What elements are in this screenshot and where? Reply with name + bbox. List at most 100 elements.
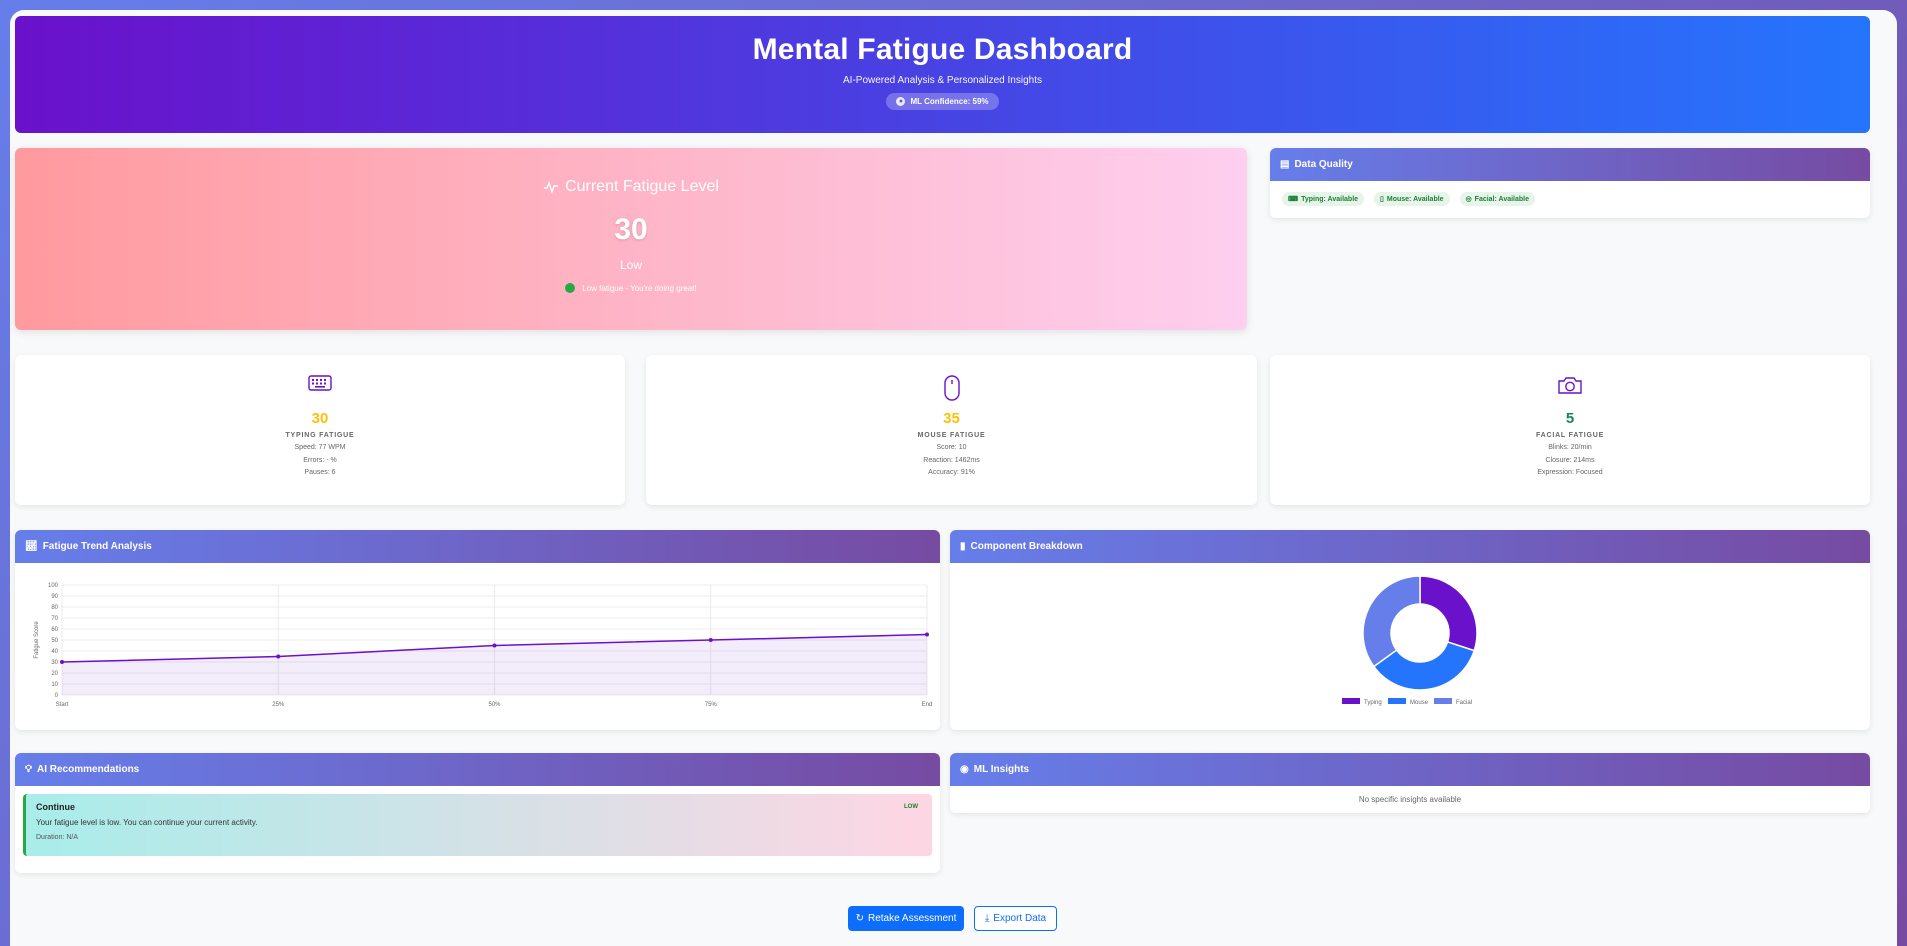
mouse-icon: ▯ [1380,196,1384,203]
legend-label: Facial [1456,700,1472,706]
facial-metric-card: 5 FACIAL FATIGUE Blinks: 20/min Closure:… [1270,355,1870,505]
robot-icon: ● [896,97,906,106]
export-data-button[interactable]: ⤓ Export Data [974,906,1057,931]
download-icon: ⤓ [984,913,990,924]
recommendation-priority-badge: LOW [904,804,918,810]
recommendations-header: 💡︎ AI Recommendations [15,753,940,786]
fatigue-score: 30 [614,213,648,246]
x-tick-label: 50% [488,702,501,708]
mouse-status-badge: ▯ Mouse: Available [1374,192,1450,206]
legend-swatch [1388,698,1406,704]
refresh-icon: ↻ [855,913,864,924]
ml-confidence-text: ML Confidence: 59% [910,97,989,106]
current-fatigue-label: Current Fatigue Level [565,178,719,195]
line-chart-icon: 📈︎ [25,541,38,552]
page-title: Mental Fatigue Dashboard [752,33,1133,66]
retake-assessment-button[interactable]: ↻ Retake Assessment [848,906,964,931]
typing-details: Speed: 77 WPM Errors: - % Pauses: 6 [15,442,625,480]
insights-title: ML Insights [973,764,1030,775]
y-tick-label: 50 [51,638,58,644]
insights-empty-text: No specific insights available [1358,795,1462,804]
y-tick-label: 90 [51,594,58,600]
x-tick-label: 25% [272,702,285,708]
status-dot-icon [565,283,576,293]
legend-label: Typing [1364,700,1382,706]
recommendation-title: Continue [36,802,75,812]
camera-icon: ◎ [1465,196,1472,203]
insights-header: ◉ ML Insights [950,753,1870,786]
mouse-accuracy: Accuracy: 91% [928,469,975,476]
current-fatigue-title: Current Fatigue Level [15,178,1247,196]
facial-fatigue-label: FACIAL FATIGUE [1535,432,1605,439]
y-tick-label: 80 [51,605,58,611]
breakdown-card: ▮ Component Breakdown Typing Mouse Facial [950,530,1870,730]
lightbulb-icon: 💡︎ [25,764,32,775]
typing-fatigue-label: TYPING FATIGUE [285,432,355,439]
facial-details: Blinks: 20/min Closure: 214ms Expression… [1270,442,1870,480]
trend-chart: 0 10 20 30 40 50 60 70 80 90 100 Start 25% 50% 75% End F… [34,583,933,708]
page-subtitle: AI-Powered Analysis & Personalized Insig… [843,75,1042,86]
y-tick-label: 10 [51,682,58,688]
data-quality-title: Data Quality [1294,159,1353,170]
camera-icon [1270,375,1870,401]
mouse-score: Score: 10 [936,444,967,451]
current-fatigue-card: Current Fatigue Level 30 Low Low fatigue… [15,148,1247,330]
data-point [492,643,497,648]
breakdown-header: ▮ Component Breakdown [950,530,1870,563]
mouse-fatigue-label: MOUSE FATIGUE [917,432,986,439]
y-tick-label: 40 [51,649,58,655]
database-icon: ▤ [1280,159,1290,170]
y-tick-label: 60 [51,627,58,633]
facial-status-badge: ◎ Facial: Available [1459,192,1536,206]
mouse-fatigue-value: 35 [943,410,960,427]
mouse-reaction: Reaction: 1462ms [923,456,980,464]
keyboard-icon: ⌨ [1288,196,1299,203]
recommendations-title: AI Recommendations [37,764,140,775]
breakdown-chart: Typing Mouse Facial [1342,575,1478,706]
facial-blinks: Blinks: 20/min [1548,444,1592,451]
eye-icon: ◉ [960,764,969,775]
typing-status-badge: ⌨ Typing: Available [1282,192,1365,206]
donut-slice [1362,575,1421,668]
trend-title: Fatigue Trend Analysis [42,541,152,552]
data-quality-badges: ⌨ Typing: Available ▯ Mouse: Available ◎ Fa… [1270,181,1870,217]
trend-card: 📈︎ Fatigue Trend Analysis 0 10 20 30 40 50 60 7… [15,530,940,730]
heartbeat-icon [544,180,559,194]
mouse-details: Score: 10 Reaction: 1462ms Accuracy: 91% [646,442,1257,480]
bar-chart-icon: ▮ [960,541,966,552]
y-tick-label: 0 [55,693,59,699]
typing-fatigue-value: 30 [311,410,329,427]
fatigue-level: Low [619,258,642,272]
recommendation-item: Continue Your fatigue level is low. You … [23,794,932,856]
legend-swatch [1342,698,1360,704]
recommendation-duration: Duration: N/A [36,834,79,841]
x-tick-label: 75% [705,702,718,708]
y-axis-label: Fatigue Score [34,621,40,659]
data-point [925,632,929,637]
breakdown-title: Component Breakdown [970,541,1083,552]
trend-header: 📈︎ Fatigue Trend Analysis [15,530,940,563]
data-point [708,638,713,642]
x-tick-label: Start [56,702,69,708]
mouse-icon [646,375,1257,401]
insights-card: ◉ ML Insights No specific insights avail… [950,753,1870,813]
fatigue-status: Low fatigue - You're doing great! [15,283,1247,293]
data-quality-header: ▤ Data Quality [1270,148,1870,181]
facial-expression: Expression: Focused [1537,469,1603,476]
y-tick-label: 70 [51,616,58,622]
x-tick-label: End [922,702,933,708]
retake-label: Retake Assessment [868,913,957,924]
export-label: Export Data [993,913,1047,924]
fatigue-status-text: Low fatigue - You're doing great! [582,283,697,293]
data-quality-card: ▤ Data Quality ⌨ Typing: Available ▯ Mouse… [1270,148,1870,218]
keyboard-icon [15,375,625,401]
facial-closure: Closure: 214ms [1545,456,1595,464]
mouse-metric-card: 35 MOUSE FATIGUE Score: 10 Reaction: 146… [646,355,1257,505]
facial-fatigue-value: 5 [1565,410,1575,427]
legend-swatch [1434,698,1452,704]
donut-slice [1419,575,1478,652]
recommendations-card: 💡︎ AI Recommendations Continue Your fati… [15,753,940,873]
ml-confidence-badge: ● ML Confidence: 59% [886,93,999,110]
dashboard-header: Mental Fatigue Dashboard AI-Powered Anal… [15,16,1870,133]
recommendation-text: Your fatigue level is low. You can conti… [36,818,258,827]
